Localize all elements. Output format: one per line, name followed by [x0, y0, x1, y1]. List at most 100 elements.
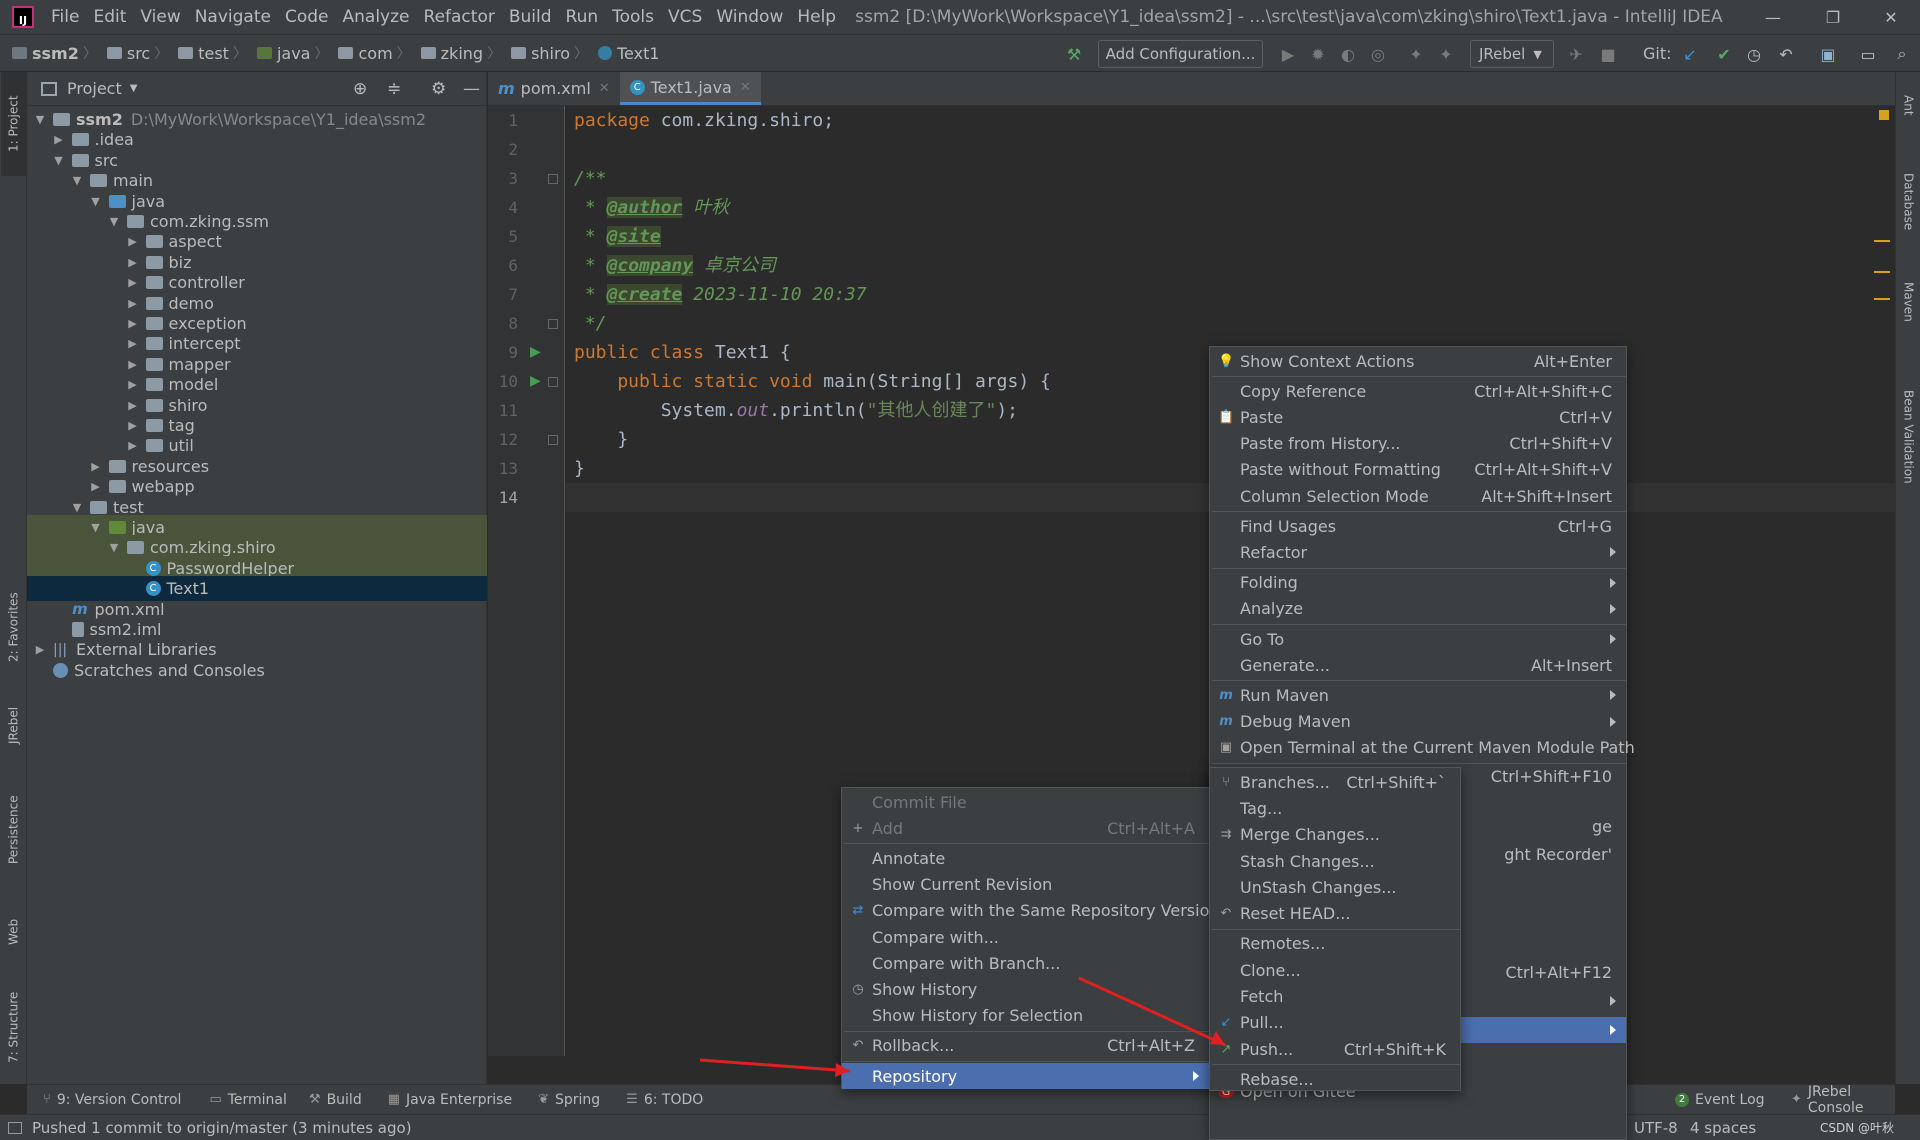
tab-database[interactable]: Database [1896, 152, 1920, 252]
close-icon[interactable]: ✕ [1862, 0, 1920, 34]
menu-item[interactable]: ⇉ Merge Changes... [1210, 822, 1460, 848]
expanded-arrow-icon[interactable]: ▼ [107, 215, 121, 228]
jrebel-run-icon[interactable]: ✦ [1406, 44, 1426, 64]
error-stripe-mark[interactable] [1874, 298, 1890, 300]
menu-item[interactable]: Paste without Formatting Ctrl+Alt+Shift+V [1210, 457, 1626, 483]
menu-item[interactable]: + Add Ctrl+Alt+A [842, 815, 1209, 841]
status-message[interactable]: Pushed 1 commit to origin/master (3 minu… [32, 1119, 412, 1137]
menu-item[interactable]: Find Usages Ctrl+G [1210, 513, 1626, 539]
gear-icon[interactable]: ⚙ [431, 79, 446, 99]
breadcrumb-item[interactable]: java [277, 44, 311, 63]
collapsed-arrow-icon[interactable]: ▶ [126, 419, 140, 432]
tool-terminal[interactable]: ▭ Terminal [209, 1092, 286, 1108]
tool-todo[interactable]: ☰ 6: TODO [626, 1092, 703, 1108]
tool-event-log[interactable]: 2 Event Log [1675, 1092, 1765, 1108]
menu-item[interactable]: m Debug Maven [1210, 709, 1626, 735]
expanded-arrow-icon[interactable]: ▼ [52, 154, 66, 167]
attach-icon[interactable]: ✈ [1566, 44, 1586, 64]
tab-persistence[interactable]: Persistence [1, 780, 26, 880]
menu-item[interactable]: Annotate [842, 845, 1209, 871]
fold-icon[interactable] [548, 435, 558, 445]
menu-item[interactable]: 💡 Show Context Actions Alt+Enter [1210, 348, 1626, 374]
menu-navigate[interactable]: Navigate [188, 7, 278, 27]
tool-jrebel-console[interactable]: ✦ JRebel Console [1791, 1084, 1895, 1116]
tab-web[interactable]: Web [1, 902, 26, 962]
close-tab-icon[interactable]: ✕ [599, 81, 610, 96]
menu-item[interactable]: Stash Changes... [1210, 848, 1460, 874]
expanded-arrow-icon[interactable]: ▼ [70, 501, 84, 514]
tool-java-enterprise[interactable]: ▦ Java Enterprise [388, 1092, 512, 1108]
collapsed-arrow-icon[interactable]: ▶ [126, 378, 140, 391]
locate-icon[interactable]: ⊕ [353, 79, 367, 99]
breadcrumb-item[interactable]: src [127, 44, 150, 63]
menu-item[interactable]: 📋 Paste Ctrl+V [1210, 404, 1626, 430]
menu-item[interactable]: Repository [842, 1063, 1209, 1090]
build-hammer-icon[interactable]: ⚒ [1064, 44, 1084, 64]
collapsed-arrow-icon[interactable]: ▶ [126, 358, 140, 371]
stop-icon[interactable]: ■ [1598, 44, 1618, 64]
menu-item[interactable]: Analyze [1210, 596, 1626, 622]
fold-icon[interactable] [548, 377, 558, 387]
tab-structure[interactable]: 7: Structure [1, 977, 26, 1077]
git-commit-icon[interactable]: ✔ [1714, 44, 1734, 64]
rollback-icon[interactable]: ↶ [1776, 44, 1796, 64]
menu-item[interactable]: ↙ Pull... [1210, 1010, 1460, 1036]
run-gutter-icon[interactable]: ▶ [530, 344, 541, 360]
run-gutter-icon[interactable]: ▶ [530, 373, 541, 389]
menu-refactor[interactable]: Refactor [417, 7, 502, 27]
tool-spring[interactable]: ❦ Spring [538, 1092, 600, 1108]
collapsed-arrow-icon[interactable]: ▶ [126, 399, 140, 412]
menu-code[interactable]: Code [278, 7, 336, 27]
fold-icon[interactable] [548, 319, 558, 329]
project-view-label[interactable]: Project [67, 79, 122, 98]
menu-item[interactable]: Paste from History... Ctrl+Shift+V [1210, 431, 1626, 457]
breadcrumb[interactable]: ssm2 〉 src 〉 test 〉 java 〉 com 〉 zking 〉 shiro… [6, 43, 660, 63]
tab-project[interactable]: 1: Project [1, 72, 26, 176]
tool-build[interactable]: ⚒ Build [309, 1092, 362, 1108]
jrebel-dropdown[interactable]: JRebel ▼ [1470, 40, 1554, 68]
menu-item[interactable]: m Run Maven [1210, 682, 1626, 708]
menu-item[interactable]: Show Current Revision [842, 872, 1209, 898]
git-update-icon[interactable]: ↙ [1680, 44, 1700, 64]
tab-maven[interactable]: Maven [1896, 262, 1920, 342]
error-stripe-mark[interactable] [1874, 271, 1890, 273]
tab-ant[interactable]: Ant [1896, 80, 1920, 130]
close-tab-icon[interactable]: ✕ [740, 80, 751, 95]
tool-version-control[interactable]: ⑂ 9: Version Control [43, 1092, 181, 1108]
profile-icon[interactable]: ◎ [1368, 44, 1388, 64]
menu-item[interactable]: ↗ Push... Ctrl+Shift+K [1210, 1036, 1460, 1062]
warning-marker-icon[interactable] [1879, 110, 1889, 120]
fold-icon[interactable] [548, 174, 558, 184]
menu-item[interactable]: Folding [1210, 570, 1626, 596]
encoding-indicator[interactable]: UTF-8 [1634, 1119, 1678, 1137]
menu-item[interactable]: Refactor [1210, 539, 1626, 565]
indent-indicator[interactable]: 4 spaces [1690, 1119, 1756, 1137]
collapsed-arrow-icon[interactable]: ▶ [126, 235, 140, 248]
chevron-down-icon[interactable]: ▼ [130, 83, 138, 94]
menu-file[interactable]: File [44, 7, 86, 27]
tab-bean-validation[interactable]: Bean Validation [1896, 362, 1920, 512]
collapsed-arrow-icon[interactable]: ▶ [126, 256, 140, 269]
expanded-arrow-icon[interactable]: ▼ [107, 541, 121, 554]
history-icon[interactable]: ◷ [1744, 44, 1764, 64]
collapsed-arrow-icon[interactable]: ▶ [126, 439, 140, 452]
breadcrumb-item[interactable]: com [358, 44, 392, 63]
expanded-arrow-icon[interactable]: ▼ [89, 521, 103, 534]
minimize-icon[interactable]: — [1744, 0, 1802, 34]
restore-icon[interactable]: ❐ [1804, 0, 1862, 34]
tree-item[interactable]: Scratches and Consoles [27, 658, 487, 683]
menu-build[interactable]: Build [502, 7, 559, 27]
breadcrumb-item[interactable]: ssm2 [32, 44, 79, 63]
menu-item[interactable]: ⑂ Branches... Ctrl+Shift+` [1210, 769, 1460, 795]
debug-icon[interactable]: ✹ [1308, 44, 1328, 64]
menu-item[interactable]: ▣ Open Terminal at the Current Maven Modu… [1210, 735, 1635, 761]
collapsed-arrow-icon[interactable]: ▶ [126, 317, 140, 330]
collapsed-arrow-icon[interactable]: ▶ [89, 480, 103, 493]
error-stripe-mark[interactable] [1874, 240, 1890, 242]
jrebel-debug-icon[interactable]: ✦ [1436, 44, 1456, 64]
search-icon[interactable]: ⌕ [1892, 44, 1912, 64]
menu-item[interactable]: Rebase... [1210, 1066, 1460, 1092]
menu-help[interactable]: Help [790, 7, 843, 27]
collapsed-arrow-icon[interactable]: ▶ [126, 337, 140, 350]
status-window-icon[interactable] [8, 1121, 22, 1134]
